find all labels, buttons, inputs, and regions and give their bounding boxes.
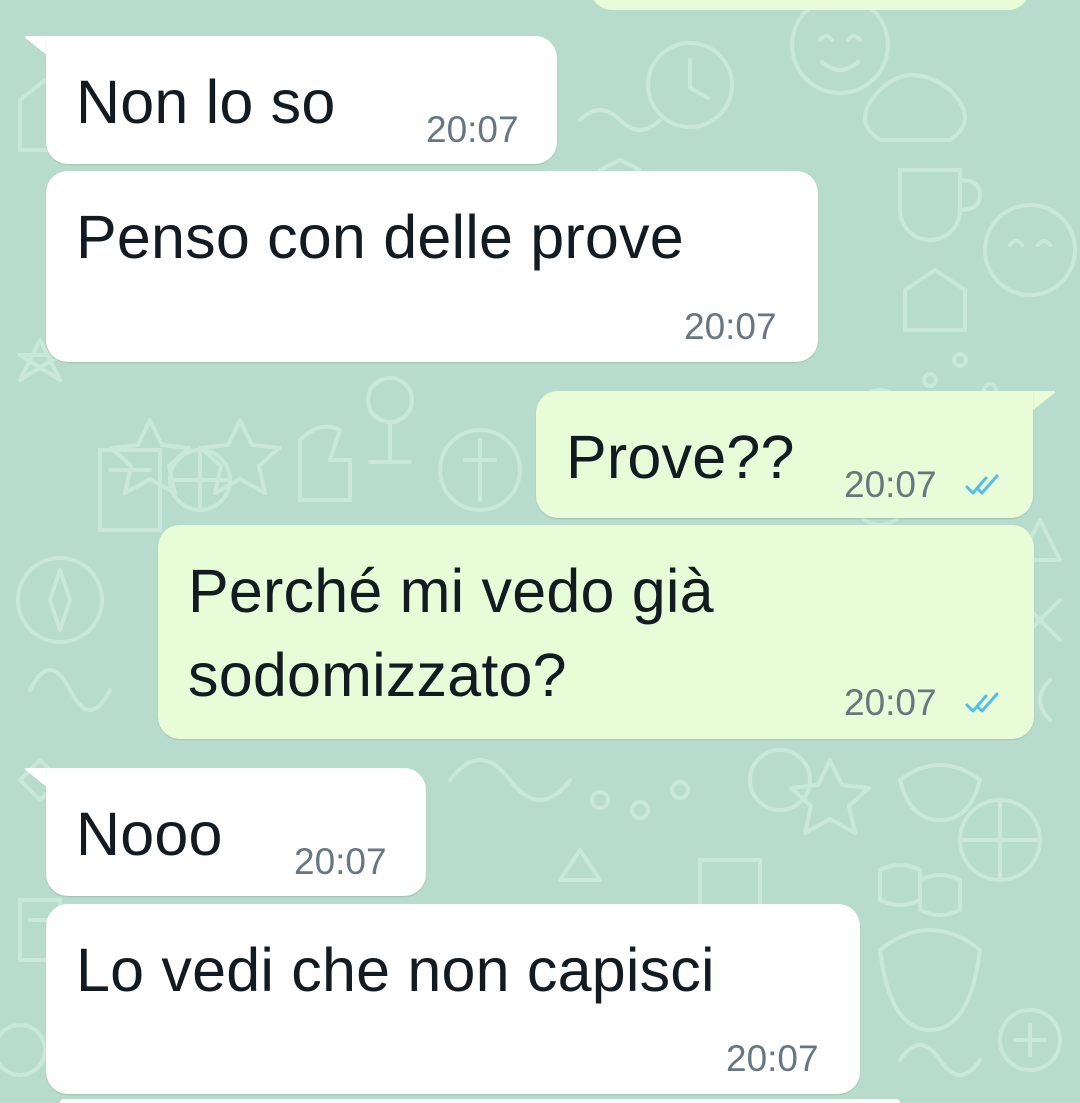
- message-text: Nooo: [76, 800, 223, 868]
- message-bubble-incoming[interactable]: Lo vedi che non capisci 20:07: [46, 904, 860, 1094]
- message-text: Non lo so: [76, 68, 336, 136]
- incoming-bubble-tail: [24, 36, 48, 56]
- message-text-line: sodomizzato?: [188, 641, 567, 709]
- message-timestamp: 20:07: [844, 682, 937, 723]
- message-timestamp: 20:07: [426, 109, 519, 150]
- double-check-icon: [965, 474, 999, 495]
- double-check-icon: [965, 692, 999, 713]
- message-bubble-outgoing[interactable]: Perché mi vedo già sodomizzato? 20:07: [158, 525, 1034, 739]
- message-timestamp: 20:07: [726, 1038, 819, 1079]
- message-text: Lo vedi che non capisci: [76, 936, 715, 1004]
- message-timestamp: 20:07: [684, 306, 777, 347]
- message-timestamp: 20:07: [294, 841, 387, 882]
- partial-outgoing-bubble: [590, 0, 1030, 10]
- message-bubble-incoming[interactable]: Nooo 20:07: [46, 768, 426, 896]
- message-bubble-incoming[interactable]: Non lo so 20:07: [46, 36, 557, 164]
- incoming-bubble-tail: [24, 768, 48, 788]
- partial-incoming-bubble: [60, 1099, 900, 1103]
- message-text: Prove??: [566, 423, 795, 491]
- message-text-line: Perché mi vedo già: [188, 557, 714, 625]
- outgoing-bubble-tail: [1032, 391, 1056, 411]
- message-bubble-incoming[interactable]: Penso con delle prove 20:07: [46, 171, 818, 362]
- message-timestamp: 20:07: [844, 464, 937, 505]
- message-bubble-outgoing[interactable]: Prove?? 20:07: [536, 391, 1033, 518]
- message-text: Penso con delle prove: [76, 203, 684, 271]
